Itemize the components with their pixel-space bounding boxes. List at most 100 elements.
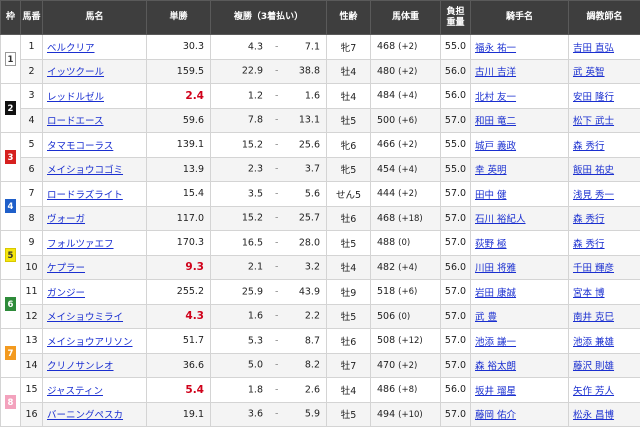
body-weight-diff: (+4) xyxy=(398,91,418,102)
jockey-link[interactable]: 古川 吉洋 xyxy=(475,67,516,78)
horse-name-link[interactable]: タマモコーラス xyxy=(47,141,113,152)
body-weight: 484 (+4) xyxy=(370,83,441,109)
trainer-link[interactable]: 安田 隆行 xyxy=(573,92,614,103)
trainer-link[interactable]: 南井 克巳 xyxy=(573,312,614,323)
horse-name-link[interactable]: ロードエース xyxy=(47,116,104,127)
win-odds: 19.1 xyxy=(146,401,211,427)
jockey-link[interactable]: 幸 英明 xyxy=(475,165,507,176)
jockey-link[interactable]: 川田 将雅 xyxy=(475,263,516,274)
frame-badge: 8 xyxy=(5,395,16,409)
place-odds-max: 3.7 xyxy=(304,163,320,175)
trainer-link[interactable]: 池添 兼雄 xyxy=(573,337,614,348)
jockey-link[interactable]: 福永 祐一 xyxy=(475,43,516,54)
body-weight-value: 468 xyxy=(377,41,396,53)
trainer-link[interactable]: 森 秀行 xyxy=(573,141,605,152)
jockey-link[interactable]: 和田 竜二 xyxy=(475,116,516,127)
table-row: 2 イッツクール 159.5 22.9-38.8 牡4 480 (+2) 56.0 古川 吉洋… xyxy=(1,58,640,84)
frame-cell: 2 xyxy=(0,83,21,133)
jockey-cell: 幸 英明 xyxy=(470,156,569,182)
jockey-link[interactable]: 荻野 極 xyxy=(475,239,507,250)
trainer-cell: 武 英智 xyxy=(568,58,640,84)
horse-name-link[interactable]: メイショウミライ xyxy=(47,312,123,323)
trainer-cell: 宮本 博 xyxy=(568,279,640,305)
trainer-link[interactable]: 松永 昌博 xyxy=(573,410,614,421)
place-odds-dash: - xyxy=(275,90,279,102)
win-odds: 59.6 xyxy=(146,107,211,133)
win-odds: 159.5 xyxy=(146,58,211,84)
horse-name-link[interactable]: ベルクリア xyxy=(47,43,95,54)
horse-name-link[interactable]: メイショウアリソン xyxy=(47,337,133,348)
body-weight-diff: (+6) xyxy=(398,287,418,298)
body-weight-value: 454 xyxy=(377,163,396,175)
horse-name-link[interactable]: ケプラー xyxy=(47,263,85,274)
place-odds-min: 4.3 xyxy=(247,41,263,53)
horse-name-link[interactable]: ジャスティン xyxy=(47,386,103,397)
trainer-link[interactable]: 森 秀行 xyxy=(573,239,605,250)
body-weight-diff: (0) xyxy=(398,311,411,322)
place-odds: 22.9- 38.8 xyxy=(210,58,327,84)
sex-age: 牡4 xyxy=(326,83,371,109)
jockey-link[interactable]: 藤岡 佑介 xyxy=(475,410,516,421)
horse-name-link[interactable]: フォルツァエフ xyxy=(47,239,114,250)
burden-weight: 56.0 xyxy=(440,58,471,84)
body-weight-value: 480 xyxy=(377,65,396,77)
trainer-link[interactable]: 吉田 直弘 xyxy=(573,43,614,54)
place-odds-min: 16.5 xyxy=(241,237,263,249)
horse-name-link[interactable]: メイショウコゴミ xyxy=(47,165,123,176)
body-weight-value: 466 xyxy=(377,139,396,151)
jockey-link[interactable]: 城戸 義政 xyxy=(475,141,516,152)
win-odds: 15.4 xyxy=(146,181,211,207)
trainer-link[interactable]: 武 英智 xyxy=(573,67,605,78)
jockey-cell: 福永 祐一 xyxy=(470,34,569,60)
trainer-link[interactable]: 飯田 祐史 xyxy=(573,165,614,176)
horse-name-link[interactable]: ヴォーガ xyxy=(47,214,85,225)
place-odds: 1.8- 2.6 xyxy=(210,377,327,403)
horse-name-link[interactable]: ガンジー xyxy=(47,288,85,299)
trainer-link[interactable]: 森 秀行 xyxy=(573,214,605,225)
win-odds: 4.3 xyxy=(146,303,211,329)
trainer-cell: 安田 隆行 xyxy=(568,83,640,109)
body-weight-value: 494 xyxy=(377,408,396,420)
sex-age: 牡5 xyxy=(326,303,371,329)
jockey-link[interactable]: 池添 謙一 xyxy=(475,337,516,348)
trainer-link[interactable]: 藤沢 則雄 xyxy=(573,361,614,372)
body-weight-diff: (+4) xyxy=(398,262,418,273)
trainer-cell: 飯田 祐史 xyxy=(568,156,640,182)
horse-name-link[interactable]: クリノサンレオ xyxy=(47,361,114,372)
horse-name-link[interactable]: レッドルゼル xyxy=(47,92,104,103)
trainer-link[interactable]: 浅見 秀一 xyxy=(573,190,614,201)
table-row: 10 ケプラー 9.3 2.1-3.2 牡4 482 (+4) 56.0 川田 将雅 千田 輝彦 xyxy=(1,254,640,280)
horse-name-link[interactable]: イッツクール xyxy=(47,67,104,78)
jockey-link[interactable]: 北村 友一 xyxy=(475,92,516,103)
place-odds-max: 2.2 xyxy=(304,310,320,322)
place-odds-max: 8.2 xyxy=(304,359,320,371)
place-odds-dash: - xyxy=(275,41,279,53)
table-row: 8 15 ジャスティン 5.4 1.8-2.6 牡4 486 (+8) 56.0 坂井 瑠星 矢作… xyxy=(0,377,640,427)
trainer-link[interactable]: 松下 武士 xyxy=(573,116,614,127)
jockey-link[interactable]: 田中 健 xyxy=(475,190,507,201)
trainer-link[interactable]: 宮本 博 xyxy=(573,288,605,299)
jockey-link[interactable]: 石川 裕紀人 xyxy=(475,214,526,225)
jockey-link[interactable]: 坂井 瑠星 xyxy=(475,386,516,397)
horse-name-cell: イッツクール xyxy=(42,58,147,84)
body-weight: 488 (0) xyxy=(370,230,441,256)
sex-age: 牡4 xyxy=(326,254,371,280)
jockey-link[interactable]: 岩田 康誠 xyxy=(475,288,516,299)
frame-badge: 5 xyxy=(5,248,16,262)
frame-cell: 5 xyxy=(0,230,21,280)
place-odds-min: 1.6 xyxy=(247,310,263,322)
body-weight: 494 (+10) xyxy=(370,401,441,427)
body-weight: 486 (+8) xyxy=(370,377,441,403)
trainer-link[interactable]: 千田 輝彦 xyxy=(573,263,614,274)
trainer-link[interactable]: 矢作 芳人 xyxy=(573,386,614,397)
place-odds-min: 5.0 xyxy=(247,359,263,371)
place-odds-dash: - xyxy=(275,335,279,347)
horse-number: 2 xyxy=(20,58,43,84)
jockey-cell: 岩田 康誠 xyxy=(470,279,569,305)
horse-number: 5 xyxy=(20,132,43,158)
jockey-link[interactable]: 武 豊 xyxy=(475,312,497,323)
horse-name-link[interactable]: ロードラズライト xyxy=(47,190,123,201)
sex-age: 牡5 xyxy=(326,107,371,133)
jockey-link[interactable]: 森 裕太朗 xyxy=(475,361,516,372)
horse-name-link[interactable]: バーニングペスカ xyxy=(47,410,123,421)
